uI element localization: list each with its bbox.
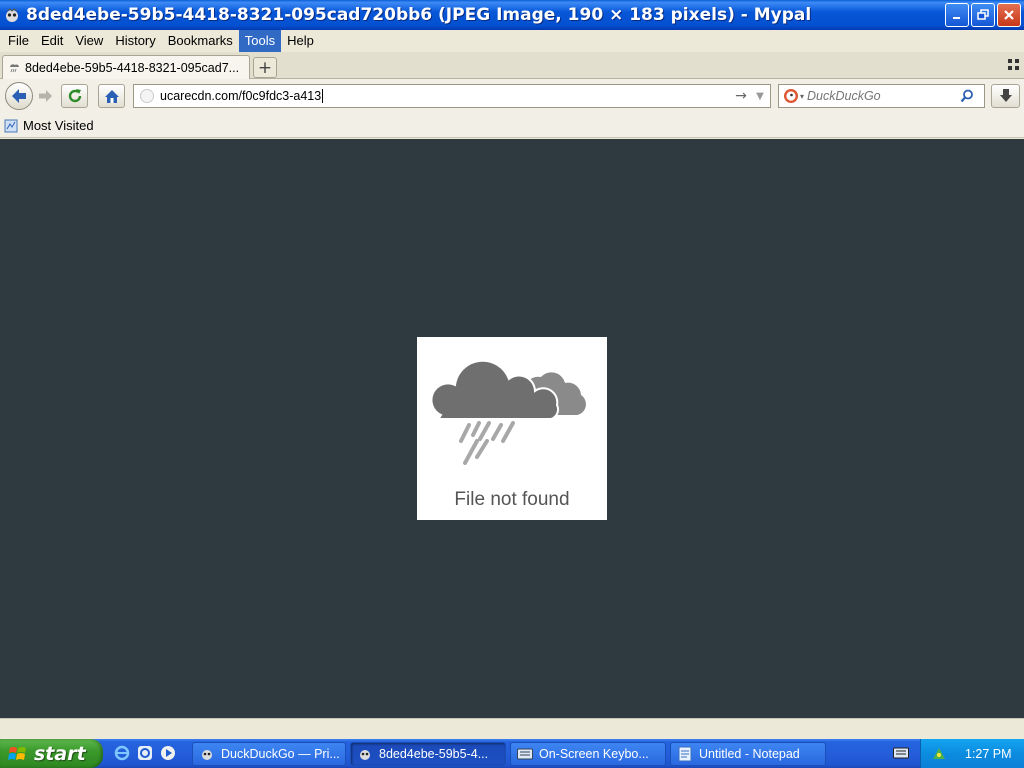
task-image-tab[interactable]: 8ded4ebe-59b5-4... [350, 742, 506, 766]
rain-cloud-icon [430, 359, 586, 465]
minimize-icon [953, 17, 960, 19]
plus-icon: + [257, 57, 273, 78]
menu-tools[interactable]: Tools [238, 30, 282, 52]
task-label: On-Screen Keybo... [539, 747, 649, 761]
file-not-found-text: File not found [454, 489, 570, 510]
mypal-task-icon [357, 746, 373, 762]
menu-file[interactable]: File [2, 30, 35, 52]
back-button[interactable] [5, 82, 33, 110]
go-arrow-icon[interactable]: → [732, 88, 750, 104]
back-arrow-icon [12, 89, 26, 103]
site-identity-icon[interactable] [140, 89, 154, 103]
duckduckgo-icon [784, 89, 798, 103]
mypal-icon [4, 7, 20, 23]
most-visited-label: Most Visited [23, 118, 94, 133]
maximize-button[interactable] [971, 3, 995, 27]
system-tray: 1:27 PM [920, 739, 1024, 768]
chevron-down-icon: ▾ [800, 91, 805, 101]
minimize-button[interactable] [945, 3, 969, 27]
status-bar [0, 718, 1024, 739]
list-all-tabs-button[interactable] [1008, 59, 1020, 71]
url-text: ucarecdn.com/f0c9fdc3-a413 [160, 88, 322, 103]
menu-edit[interactable]: Edit [35, 30, 69, 52]
close-icon [1004, 10, 1014, 20]
tab-label: 8ded4ebe-59b5-4418-8321-095cad7... [25, 61, 240, 75]
task-duckduckgo[interactable]: DuckDuckGo — Pri... [192, 742, 346, 766]
navigation-toolbar: ucarecdn.com/f0c9fdc3-a413 → ▼ ▾ [0, 79, 1024, 114]
reload-button[interactable] [61, 84, 88, 108]
window-title: 8ded4ebe-59b5-4418-8321-095cad720bb6 (JP… [26, 5, 812, 25]
history-dropdown-icon[interactable]: ▼ [750, 91, 770, 102]
keyboard-icon [517, 746, 533, 762]
browser-quicklaunch-icon[interactable] [136, 744, 154, 762]
menu-bookmarks[interactable]: Bookmarks [162, 30, 239, 52]
network-tray-icon[interactable] [931, 746, 947, 762]
task-notepad[interactable]: Untitled - Notepad [670, 742, 826, 766]
broken-image[interactable]: File not found [417, 337, 607, 520]
home-icon [104, 89, 119, 103]
taskbar: start DuckDuckGo — Pri... 8ded4ebe-59b5-… [0, 739, 1024, 768]
clock[interactable]: 1:27 PM [965, 747, 1012, 761]
forward-arrow-icon [39, 90, 52, 102]
menu-bar: File Edit View History Bookmarks Tools H… [0, 30, 1024, 52]
start-button[interactable]: start [0, 739, 103, 768]
tab-bar: 8ded4ebe-59b5-4418-8321-095cad7... + [0, 52, 1024, 80]
menu-help[interactable]: Help [281, 30, 320, 52]
page-content: File not found [0, 139, 1024, 718]
keyboard-tray-icon[interactable] [892, 746, 910, 760]
menu-view[interactable]: View [69, 30, 109, 52]
search-icon[interactable] [957, 89, 977, 103]
menu-history[interactable]: History [109, 30, 161, 52]
close-button[interactable] [997, 3, 1021, 27]
task-onscreen-keyboard[interactable]: On-Screen Keybo... [510, 742, 666, 766]
quick-launch [113, 744, 177, 762]
task-label: DuckDuckGo — Pri... [221, 747, 340, 761]
windows-logo-icon [8, 746, 26, 760]
search-engine-selector[interactable]: ▾ [779, 88, 807, 104]
image-tab-icon [7, 61, 21, 75]
start-label: start [34, 742, 86, 765]
address-bar[interactable]: ucarecdn.com/f0c9fdc3-a413 → ▼ [133, 84, 771, 108]
most-visited-bookmark[interactable]: Most Visited [4, 118, 94, 133]
new-tab-button[interactable]: + [253, 57, 277, 78]
bookmark-folder-icon [4, 119, 18, 132]
reload-icon [68, 89, 81, 103]
bookmarks-toolbar: Most Visited [0, 114, 1024, 138]
downloads-button[interactable] [991, 84, 1020, 108]
download-arrow-icon [999, 89, 1012, 102]
media-player-icon[interactable] [159, 744, 177, 762]
ie-icon[interactable] [113, 744, 131, 762]
task-label: Untitled - Notepad [699, 747, 800, 761]
restore-icon [977, 9, 989, 20]
title-bar[interactable]: 8ded4ebe-59b5-4418-8321-095cad720bb6 (JP… [0, 0, 1024, 30]
forward-button[interactable] [34, 86, 56, 106]
task-label: 8ded4ebe-59b5-4... [379, 747, 489, 761]
home-button[interactable] [98, 84, 125, 108]
search-bar[interactable]: ▾ [778, 84, 985, 108]
mypal-task-icon [199, 746, 215, 762]
tab-active[interactable]: 8ded4ebe-59b5-4418-8321-095cad7... [2, 55, 250, 80]
notepad-icon [677, 746, 693, 762]
search-input[interactable] [807, 89, 957, 103]
